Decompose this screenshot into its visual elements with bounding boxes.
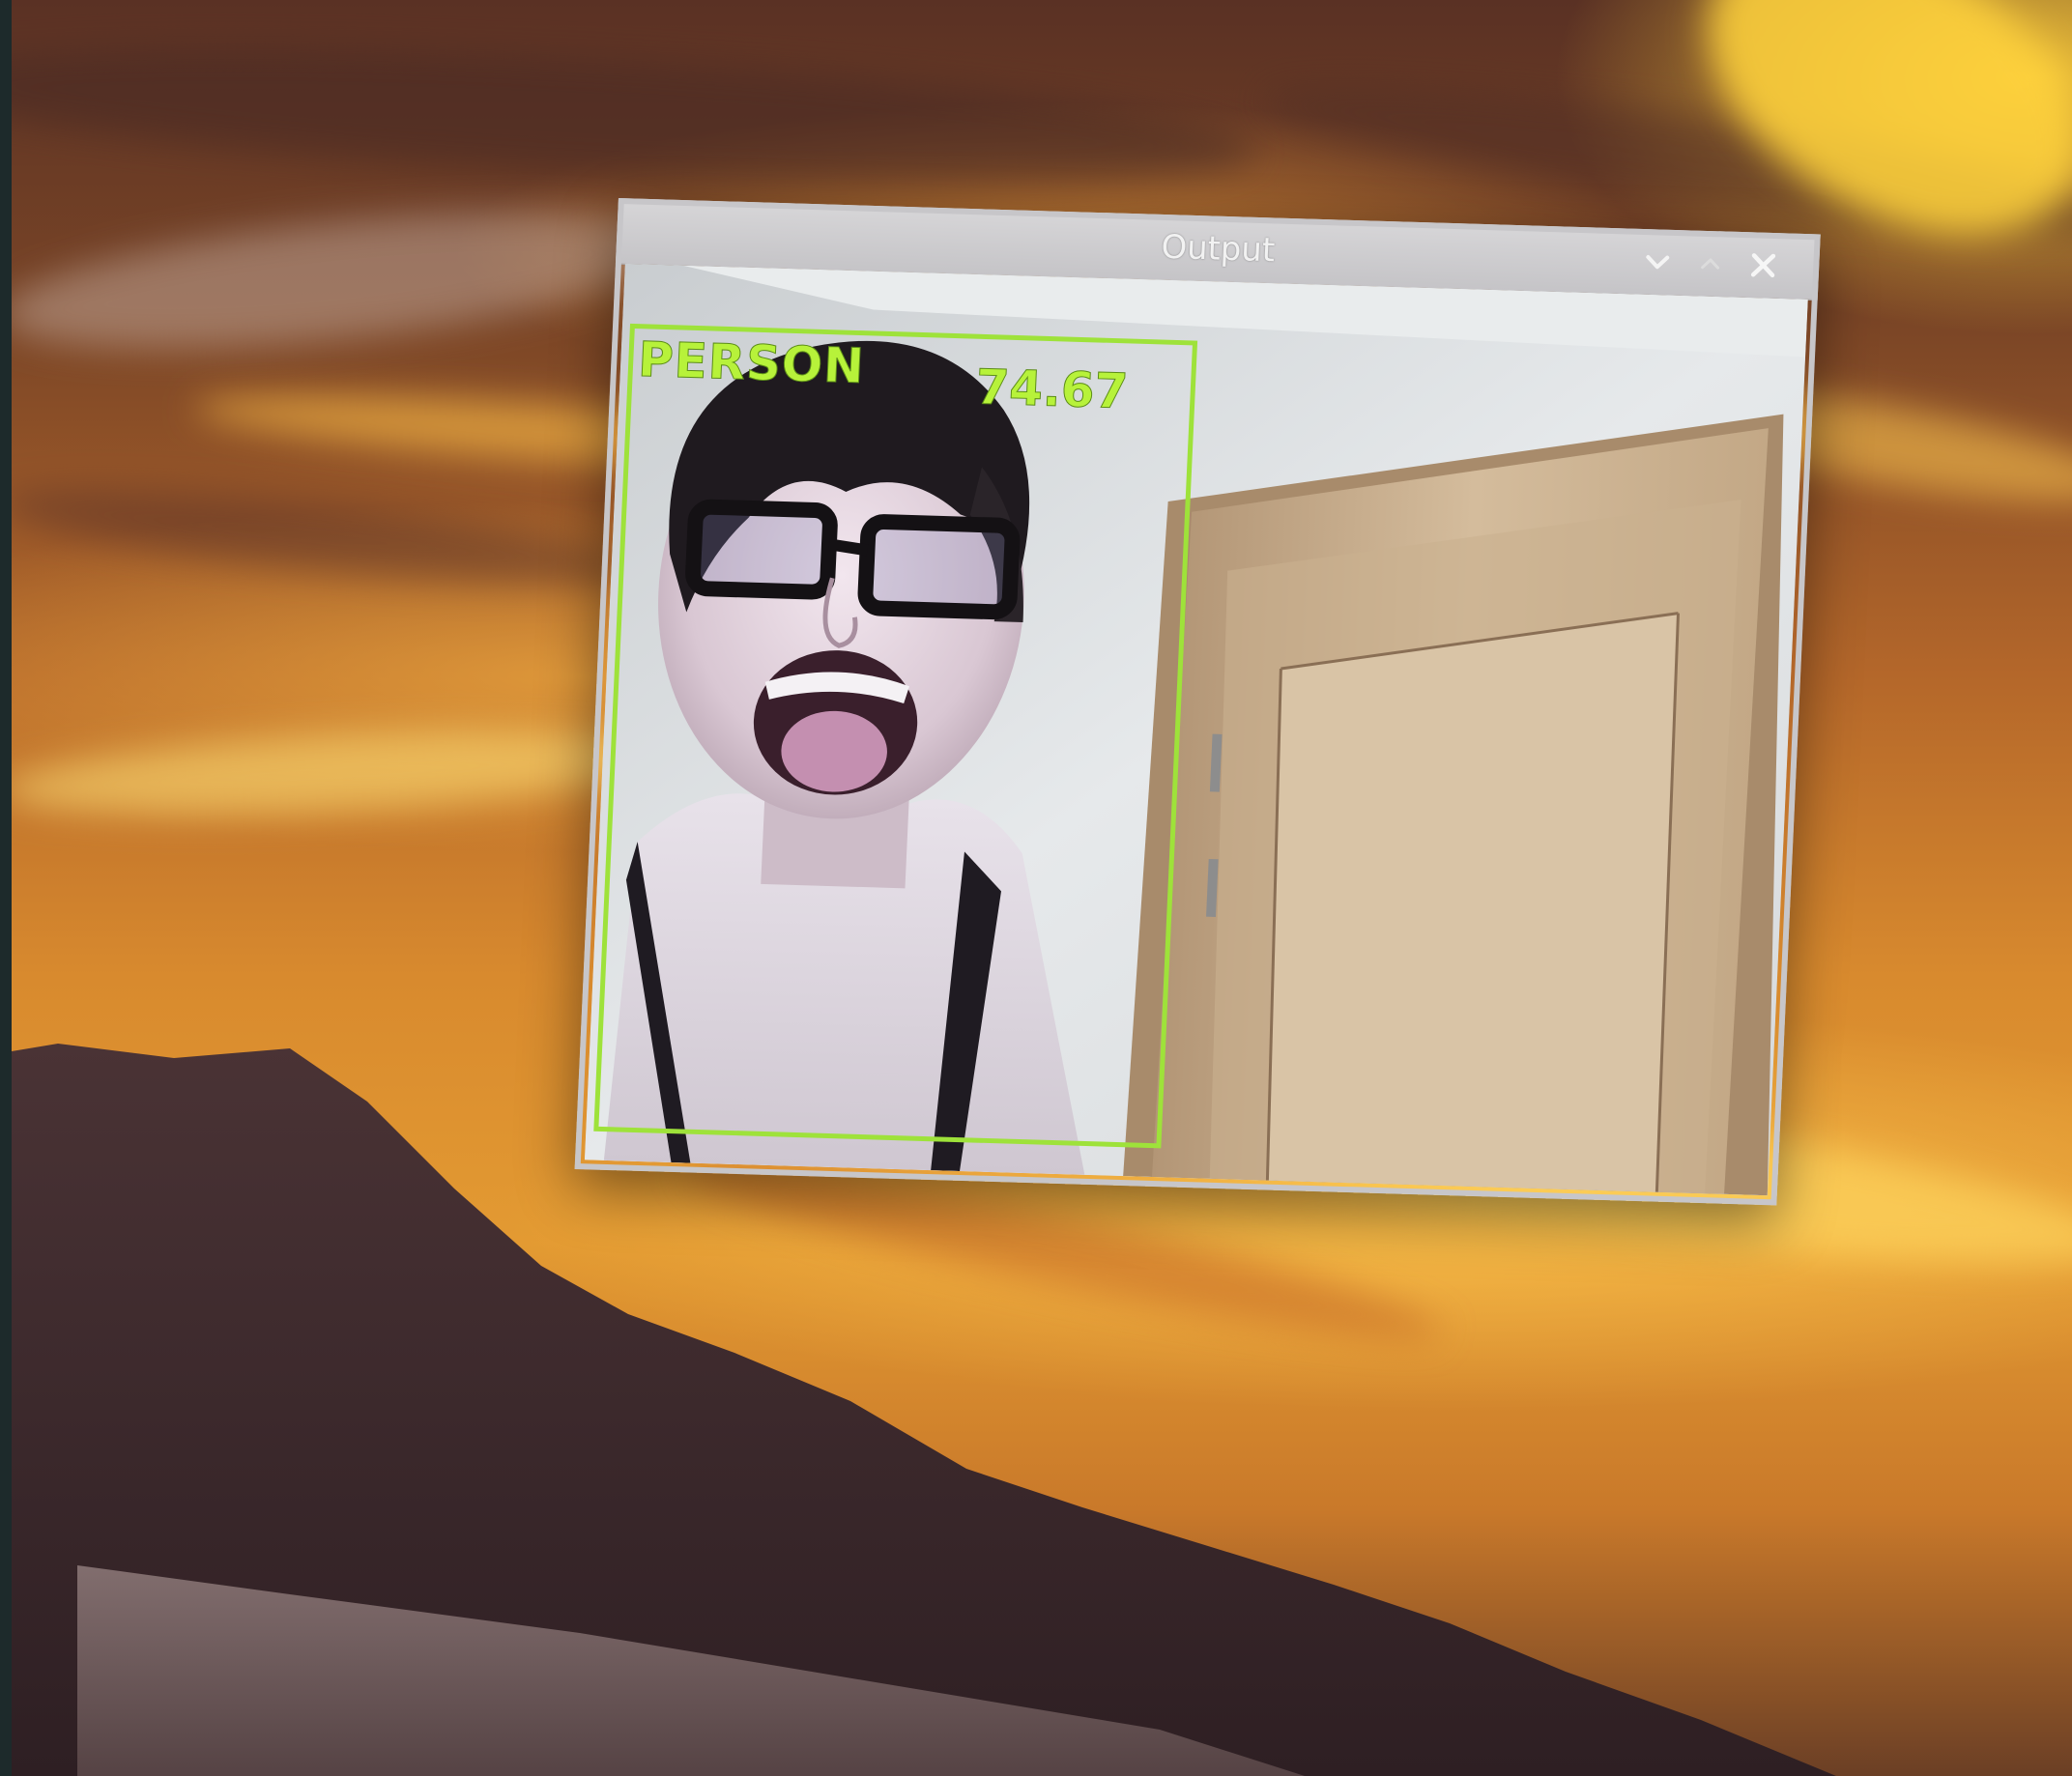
- close-icon: [1750, 253, 1776, 278]
- vr-environment: Output PERSON 74.67: [0, 0, 2072, 1776]
- close-button[interactable]: [1741, 243, 1786, 287]
- detection-label: PERSON: [637, 331, 867, 395]
- output-window[interactable]: Output PERSON 74.67: [574, 198, 1821, 1206]
- maximize-button[interactable]: [1688, 242, 1733, 285]
- detection-bounding-box: [593, 323, 1198, 1149]
- chevron-down-icon: [1646, 255, 1670, 270]
- minimize-button[interactable]: [1635, 241, 1680, 284]
- camera-feed: PERSON 74.67: [584, 263, 1808, 1196]
- detection-score: 74.67: [974, 358, 1130, 420]
- chevron-up-icon: [1701, 258, 1720, 270]
